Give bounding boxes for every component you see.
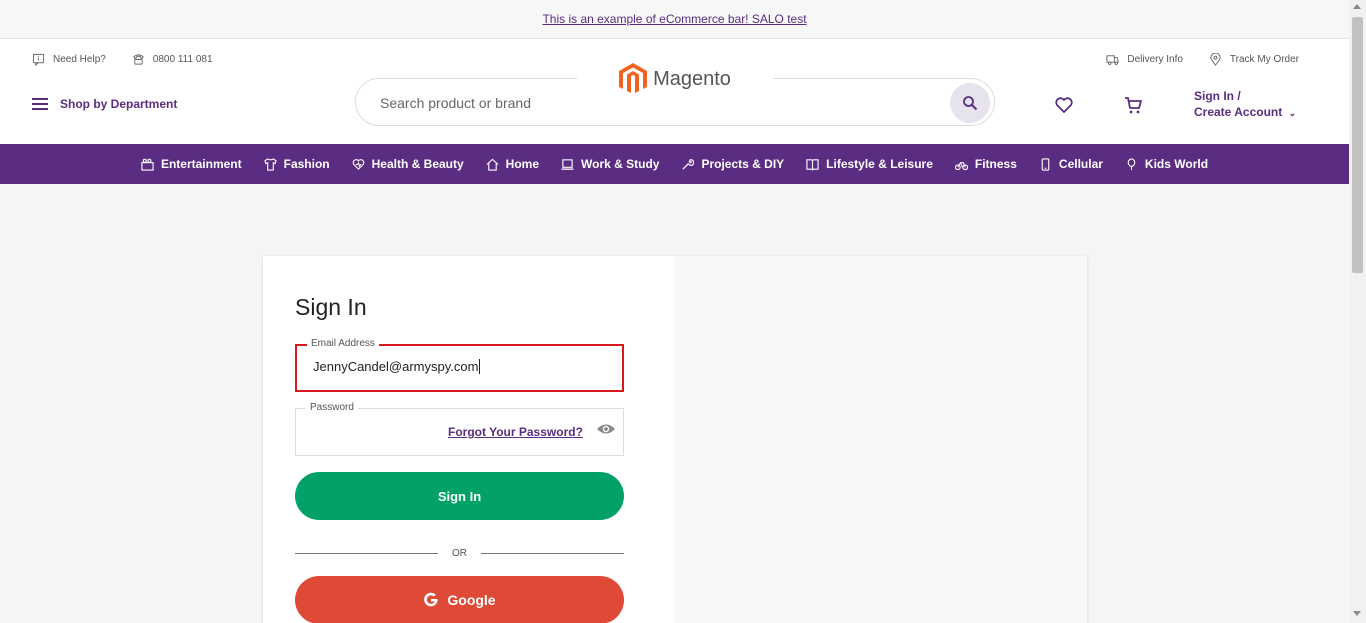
nav-label: Home bbox=[505, 157, 540, 171]
nav-label: Projects & DIY bbox=[701, 157, 785, 171]
search-button[interactable] bbox=[950, 83, 990, 123]
promo-link[interactable]: This is an example of eCommerce bar! SAL… bbox=[542, 12, 806, 26]
nav-item-home[interactable]: Home bbox=[486, 157, 539, 171]
wishlist-button[interactable] bbox=[1054, 95, 1074, 120]
category-nav: Entertainment Fashion Health & Beauty Ho… bbox=[0, 144, 1349, 184]
utility-right: Delivery Info Track My Order bbox=[1106, 53, 1299, 66]
google-signin-button[interactable]: Google bbox=[295, 576, 624, 623]
show-password-toggle[interactable] bbox=[596, 422, 616, 441]
signin-title: Sign In bbox=[295, 294, 367, 320]
nav-item-projects-diy[interactable]: Projects & DIY bbox=[681, 157, 784, 171]
signin-card: Sign In Email Address JennyCandel@armysp… bbox=[263, 256, 1087, 623]
heart-icon bbox=[1055, 97, 1073, 113]
email-value: JennyCandel@armyspy.com bbox=[313, 359, 481, 374]
site-header: Need Help? 0800 111 081 Delivery Info Tr… bbox=[0, 39, 1349, 144]
promo-bar: This is an example of eCommerce bar! SAL… bbox=[0, 0, 1349, 39]
scroll-up-arrow-icon[interactable] bbox=[1353, 4, 1361, 9]
nav-item-health-beauty[interactable]: Health & Beauty bbox=[352, 157, 464, 171]
magento-logo[interactable]: Magento bbox=[577, 59, 773, 99]
nav-label: Cellular bbox=[1058, 157, 1103, 171]
nav-item-fitness[interactable]: Fitness bbox=[954, 157, 1017, 171]
help-chat-icon bbox=[32, 53, 45, 66]
chevron-down-icon: ⌄ bbox=[1288, 108, 1297, 118]
utility-left: Need Help? 0800 111 081 bbox=[32, 53, 213, 66]
search-icon bbox=[963, 96, 978, 111]
account-sign-in-label: Sign In / bbox=[1194, 89, 1241, 103]
nav-label: Fitness bbox=[974, 157, 1017, 171]
track-order-link[interactable]: Track My Order bbox=[1209, 53, 1299, 66]
nav-label: Entertainment bbox=[160, 157, 242, 171]
nav-label: Fashion bbox=[283, 157, 330, 171]
delivery-info-link[interactable]: Delivery Info bbox=[1106, 53, 1183, 66]
magento-logo-icon bbox=[619, 63, 648, 93]
wrench-icon bbox=[682, 158, 695, 170]
signin-card-right-panel bbox=[675, 256, 1087, 623]
location-pin-icon bbox=[1210, 53, 1221, 66]
email-label: Email Address bbox=[307, 338, 379, 349]
account-menu[interactable]: Sign In / Create Account ⌄ bbox=[1194, 88, 1296, 121]
logo-text: Magento bbox=[653, 67, 731, 90]
account-create-label: Create Account bbox=[1194, 105, 1283, 119]
scrollbar-thumb[interactable] bbox=[1352, 17, 1363, 273]
track-order-label: Track My Order bbox=[1229, 54, 1299, 65]
nav-item-lifestyle-leisure[interactable]: Lifestyle & Leisure bbox=[806, 157, 933, 171]
divider-line-left bbox=[295, 552, 438, 554]
password-field[interactable]: Password Forgot Your Password? bbox=[295, 402, 624, 456]
google-icon bbox=[424, 592, 438, 607]
password-label: Password bbox=[306, 402, 358, 413]
or-text: OR bbox=[452, 547, 467, 559]
delivery-info-label: Delivery Info bbox=[1127, 54, 1183, 65]
nav-label: Health & Beauty bbox=[371, 157, 464, 171]
email-field[interactable]: Email Address JennyCandel@armyspy.com bbox=[295, 338, 624, 392]
phone-icon bbox=[133, 54, 144, 65]
shirt-icon bbox=[263, 157, 277, 171]
nav-item-kids-world[interactable]: Kids World bbox=[1125, 157, 1208, 171]
need-help-link[interactable]: Need Help? bbox=[32, 53, 106, 66]
phone-icon bbox=[1041, 157, 1050, 171]
bicycle-icon bbox=[954, 161, 968, 170]
laptop-icon bbox=[561, 158, 574, 170]
nav-item-work-study[interactable]: Work & Study bbox=[561, 157, 659, 171]
nav-label: Kids World bbox=[1144, 157, 1209, 171]
phone-number: 0800 111 081 bbox=[152, 54, 213, 65]
scroll-down-arrow-icon[interactable] bbox=[1353, 611, 1361, 616]
or-divider: OR bbox=[295, 546, 624, 560]
phone-link[interactable]: 0800 111 081 bbox=[132, 53, 213, 66]
truck-icon bbox=[1106, 55, 1119, 65]
need-help-label: Need Help? bbox=[53, 54, 106, 65]
shop-by-department-label: Shop by Department bbox=[60, 97, 178, 111]
nav-label: Work & Study bbox=[581, 157, 660, 171]
home-icon bbox=[486, 158, 499, 171]
hamburger-menu-icon bbox=[32, 98, 48, 110]
eye-icon bbox=[597, 424, 615, 434]
signin-button[interactable]: Sign In bbox=[295, 472, 624, 520]
nav-label: Lifestyle & Leisure bbox=[826, 157, 933, 171]
heart-icon bbox=[352, 158, 364, 170]
account-create-row: Create Account ⌄ bbox=[1194, 104, 1296, 121]
book-icon bbox=[806, 158, 819, 171]
nav-item-fashion[interactable]: Fashion bbox=[263, 157, 330, 171]
cart-icon bbox=[1125, 97, 1142, 114]
nav-item-cellular[interactable]: Cellular bbox=[1039, 157, 1103, 171]
shop-by-department-button[interactable]: Shop by Department bbox=[32, 97, 177, 111]
entertainment-icon bbox=[141, 158, 154, 171]
divider-line-right bbox=[481, 552, 624, 554]
google-button-label: Google bbox=[447, 592, 496, 608]
forgot-password-link[interactable]: Forgot Your Password? bbox=[448, 425, 583, 439]
balloon-icon bbox=[1127, 157, 1136, 170]
cart-button[interactable] bbox=[1123, 95, 1143, 120]
vertical-scrollbar[interactable] bbox=[1349, 0, 1366, 623]
nav-item-entertainment[interactable]: Entertainment bbox=[141, 157, 242, 171]
